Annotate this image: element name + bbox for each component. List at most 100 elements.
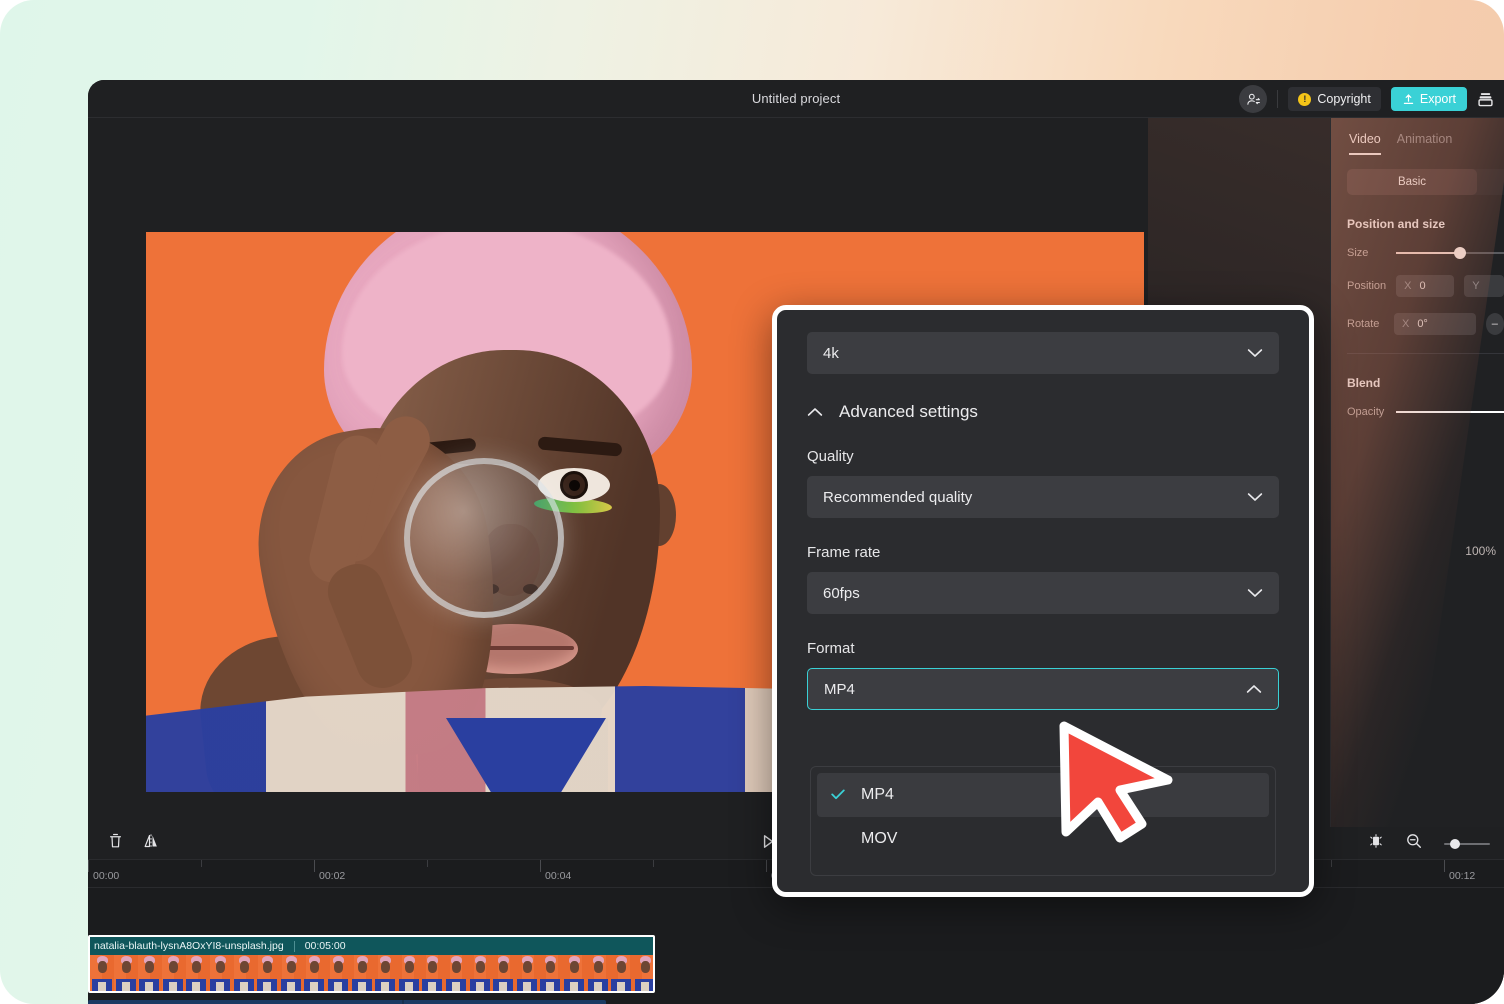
ruler-tick — [1444, 860, 1445, 872]
row-opacity: Opacity — [1347, 406, 1504, 418]
framerate-value: 60fps — [823, 584, 860, 602]
timeline-tools-right — [1368, 827, 1490, 860]
zoom-slider-track — [1444, 838, 1490, 849]
clip-thumbnail — [609, 955, 633, 991]
clip-thumbnail — [350, 955, 374, 991]
position-label: Position — [1347, 280, 1387, 292]
rotate-x-field[interactable]: X 0° — [1393, 313, 1476, 335]
export-label: Export — [1419, 92, 1456, 106]
portrait-pupil-right — [569, 480, 580, 491]
row-size: Size — [1347, 247, 1504, 259]
top-bar: Untitled project ! Copyright Export — [88, 80, 1504, 118]
zoom-slider[interactable] — [1444, 838, 1490, 849]
clip-thumbnail — [515, 955, 539, 991]
resolution-select[interactable]: 4k — [807, 332, 1279, 374]
clip-thumbnail — [538, 955, 562, 991]
chevron-up-icon — [807, 402, 823, 422]
mouse-cursor — [1050, 718, 1182, 855]
row-rotate: Rotate X 0° – — [1347, 313, 1504, 335]
toolbar-divider — [1277, 90, 1279, 108]
ruler-tick — [201, 860, 202, 867]
portrait-magnifier-lens — [404, 458, 564, 618]
size-label: Size — [1347, 247, 1369, 259]
magnifier-minus-icon[interactable] — [1406, 833, 1422, 854]
quality-select[interactable]: Recommended quality — [807, 476, 1279, 518]
row-position: Position X 0 Y — [1347, 275, 1504, 297]
format-label: Format — [807, 640, 855, 657]
clip-thumbnail — [161, 955, 185, 991]
clip-thumbnail — [137, 955, 161, 991]
tab-animation[interactable]: Animation — [1397, 132, 1453, 155]
timeline-audio-clip[interactable]: COMMA$ (Not Today) COMMA$ (Not Today) — [88, 1000, 606, 1004]
sidebar-divider — [1347, 353, 1504, 354]
fit-to-screen-icon[interactable] — [1368, 834, 1384, 853]
copyright-label: Copyright — [1317, 92, 1371, 106]
copyright-button[interactable]: ! Copyright — [1288, 87, 1381, 111]
warning-dot-icon: ! — [1298, 92, 1312, 106]
chevron-down-icon — [1247, 345, 1263, 362]
clip-thumbnail — [326, 955, 350, 991]
person-switch-icon[interactable] — [1239, 85, 1268, 113]
position-y-field[interactable]: Y — [1464, 275, 1504, 297]
format-value: MP4 — [824, 680, 855, 698]
rotate-x-axis-label: X — [1401, 318, 1410, 330]
tab-video[interactable]: Video — [1349, 132, 1381, 155]
advanced-settings-toggle[interactable]: Advanced settings — [807, 402, 1279, 422]
position-x-axis-label: X — [1404, 280, 1412, 292]
rotate-label: Rotate — [1347, 318, 1380, 330]
ruler-tick — [653, 860, 654, 867]
opacity-slider-fill — [1396, 411, 1504, 413]
dropdown-option-mov[interactable]: MOV — [817, 817, 1269, 861]
ruler-label: 00:04 — [545, 870, 572, 882]
export-button[interactable]: Export — [1390, 87, 1467, 111]
size-slider-knob[interactable] — [1454, 247, 1467, 259]
ruler-tick — [766, 860, 767, 872]
sidebar-segmented-control: Basic Bac — [1347, 169, 1504, 195]
ruler-tick — [1331, 860, 1332, 867]
timeline-tracks: natalia-blauth-lysnA8OxYI8-unsplash.jpg … — [88, 888, 1504, 1004]
clip-thumbnail — [420, 955, 444, 991]
clip-thumbnail — [279, 955, 303, 991]
section-heading-blend: Blend — [1347, 376, 1381, 390]
clip-header-divider — [293, 940, 295, 952]
clip-header: natalia-blauth-lysnA8OxYI8-unsplash.jpg … — [90, 937, 653, 955]
opacity-slider[interactable] — [1396, 411, 1504, 413]
resolution-value: 4k — [823, 344, 839, 362]
framerate-select[interactable]: 60fps — [807, 572, 1279, 614]
clip-thumbnail — [255, 955, 279, 991]
upload-arrow-icon — [1402, 93, 1415, 106]
segment-basic[interactable]: Basic — [1347, 169, 1477, 195]
section-heading-position-and-size: Position and size — [1347, 217, 1446, 231]
clip-thumbnail — [444, 955, 468, 991]
opacity-value: 100% — [1465, 544, 1496, 558]
chevron-up-icon — [1246, 681, 1262, 698]
size-slider[interactable] — [1396, 247, 1504, 259]
framerate-label: Frame rate — [807, 544, 881, 561]
rotate-decrement-button[interactable]: – — [1485, 313, 1504, 335]
clip-thumbnail — [586, 955, 610, 991]
chevron-down-icon — [1247, 585, 1263, 602]
top-bar-actions: ! Copyright Export — [1239, 80, 1504, 118]
clip-filename: natalia-blauth-lysnA8OxYI8-unsplash.jpg — [94, 940, 284, 952]
stack-icon[interactable] — [1477, 91, 1494, 108]
clip-thumbnail — [633, 955, 653, 991]
ruler-label: 00:00 — [93, 870, 120, 882]
timeline-video-clip[interactable]: natalia-blauth-lysnA8OxYI8-unsplash.jpg … — [88, 935, 655, 993]
format-dropdown-menu: MP4 MOV — [810, 766, 1276, 876]
clip-thumbnail — [184, 955, 208, 991]
dropdown-option-label: MOV — [861, 830, 898, 847]
clip-thumbnail — [397, 955, 421, 991]
segment-background[interactable]: Bac — [1477, 169, 1504, 195]
zoom-slider-knob[interactable] — [1450, 838, 1460, 849]
clip-thumbnail — [90, 955, 114, 991]
position-x-field[interactable]: X 0 — [1396, 275, 1455, 297]
properties-sidebar: Video Animation Basic Bac Position and s… — [1330, 118, 1504, 827]
dropdown-option-mp4[interactable]: MP4 — [817, 773, 1269, 817]
format-select[interactable]: MP4 — [807, 668, 1279, 710]
clip-thumbnail — [491, 955, 515, 991]
size-slider-fill — [1396, 252, 1460, 254]
audio-clip-boundary — [402, 1000, 404, 1004]
ruler-label: 00:02 — [319, 870, 346, 882]
clip-duration: 00:05:00 — [304, 940, 346, 952]
clip-thumbnail — [302, 955, 326, 991]
